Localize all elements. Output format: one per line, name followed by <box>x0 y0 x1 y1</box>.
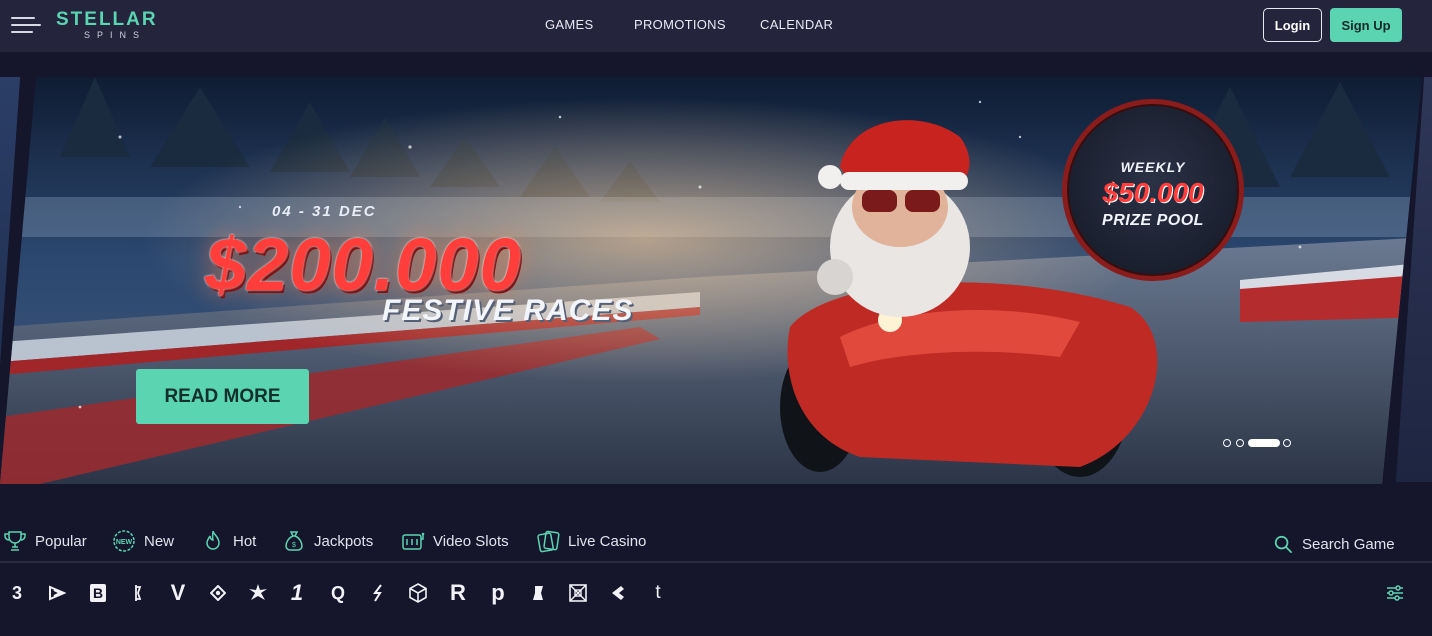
tab-label: Live Casino <box>568 532 647 550</box>
provider-label: Q <box>330 582 345 603</box>
new-badge-icon: NEW <box>113 530 135 552</box>
nav-promotions[interactable]: PROMOTIONS <box>634 17 726 32</box>
tab-new[interactable]: NEW New <box>112 528 174 554</box>
carousel-dot[interactable] <box>1223 439 1231 447</box>
svg-text:NEW: NEW <box>116 539 133 546</box>
provider-logo-icon[interactable] <box>246 581 270 605</box>
cards-icon <box>537 530 560 553</box>
tab-label: Video Slots <box>433 532 509 550</box>
read-more-button[interactable]: READ MORE <box>136 369 309 424</box>
weekly-prize-badge: WEEKLY $50.000 PRIZE POOL <box>1062 99 1244 281</box>
svg-text:$: $ <box>292 542 296 549</box>
section-divider <box>0 561 1432 563</box>
provider-logo-icon[interactable]: 3 <box>5 581 29 605</box>
provider-label: R <box>450 580 466 605</box>
provider-label: 3 <box>11 582 22 603</box>
provider-label: p <box>491 580 505 605</box>
provider-label: 1 <box>290 580 304 605</box>
provider-logo-icon[interactable] <box>566 581 590 605</box>
provider-logo-icon[interactable]: V <box>166 580 190 605</box>
tab-label: New <box>144 532 175 550</box>
signup-button[interactable]: Sign Up <box>1330 8 1402 42</box>
promo-carousel: 04 - 31 DEC $200.000 FESTIVE RACES WEEKL… <box>0 52 1432 507</box>
tab-video-slots[interactable]: Video Slots <box>401 528 509 554</box>
carousel-dot[interactable] <box>1236 439 1244 447</box>
tab-label: Popular <box>35 532 87 550</box>
logo-wordmark: STELLAR <box>56 9 158 30</box>
carousel-dot-active[interactable] <box>1248 439 1280 447</box>
game-category-tabs: Popular NEW New Hot $ Jackpots Video Slo… <box>0 523 1000 559</box>
provider-logo-icon[interactable] <box>126 581 150 605</box>
provider-logo-icon[interactable] <box>526 581 550 605</box>
tab-jackpots[interactable]: $ Jackpots <box>282 528 373 554</box>
login-button[interactable]: Login <box>1263 8 1322 42</box>
provider-logo-icon[interactable] <box>366 581 390 605</box>
carousel-dot[interactable] <box>1283 439 1291 447</box>
provider-logo-icon[interactable]: B <box>86 581 110 605</box>
promo-subtitle: FESTIVE RACES <box>382 294 634 327</box>
top-header: STELLAR SPINS GAMES PROMOTIONS CALENDAR … <box>0 0 1432 52</box>
nav-games[interactable]: GAMES <box>545 17 593 32</box>
nav-calendar[interactable]: CALENDAR <box>760 17 833 32</box>
provider-logo-icon[interactable] <box>45 581 69 605</box>
provider-label: B <box>90 584 106 602</box>
hamburger-menu-icon[interactable] <box>11 15 41 35</box>
provider-logo-icon[interactable]: t <box>646 581 670 605</box>
slot-machine-icon <box>402 532 425 550</box>
provider-logo-icon[interactable] <box>606 581 630 605</box>
trophy-icon <box>4 531 26 551</box>
tab-popular[interactable]: Popular <box>3 528 87 554</box>
tab-label: Jackpots <box>314 532 374 550</box>
flame-icon <box>206 530 220 550</box>
search-label: Search Game <box>1302 535 1395 553</box>
tab-hot[interactable]: Hot <box>201 528 256 554</box>
provider-logo-icon[interactable] <box>406 581 430 605</box>
badge-amount: $50.000 <box>1102 177 1204 208</box>
promo-banner-slide[interactable]: 04 - 31 DEC $200.000 FESTIVE RACES WEEKL… <box>0 77 1432 484</box>
site-logo[interactable]: STELLAR SPINS <box>56 9 178 43</box>
search-game-button[interactable]: Search Game <box>1274 531 1395 557</box>
filter-sliders-icon[interactable] <box>1384 582 1406 604</box>
provider-logo-icon[interactable]: 1 <box>285 580 309 605</box>
badge-weekly: WEEKLY <box>1120 159 1186 175</box>
provider-logo-icon[interactable]: p <box>486 580 510 605</box>
promo-date: 04 - 31 DEC <box>272 203 377 220</box>
money-bag-icon: $ <box>285 531 303 551</box>
provider-logo-icon[interactable]: Q <box>326 581 350 605</box>
provider-strip: 3 B V 1 Q R p t <box>0 576 1432 612</box>
provider-label: t <box>655 582 661 603</box>
tab-live-casino[interactable]: Live Casino <box>536 528 646 554</box>
search-icon <box>1274 535 1292 553</box>
provider-logo-icon[interactable] <box>206 581 230 605</box>
logo-subword: SPINS <box>84 30 147 40</box>
badge-prize-pool: PRIZE POOL <box>1102 212 1204 229</box>
tab-label: Hot <box>233 532 257 550</box>
provider-label: V <box>170 580 186 605</box>
provider-logo-icon[interactable]: R <box>446 580 470 605</box>
